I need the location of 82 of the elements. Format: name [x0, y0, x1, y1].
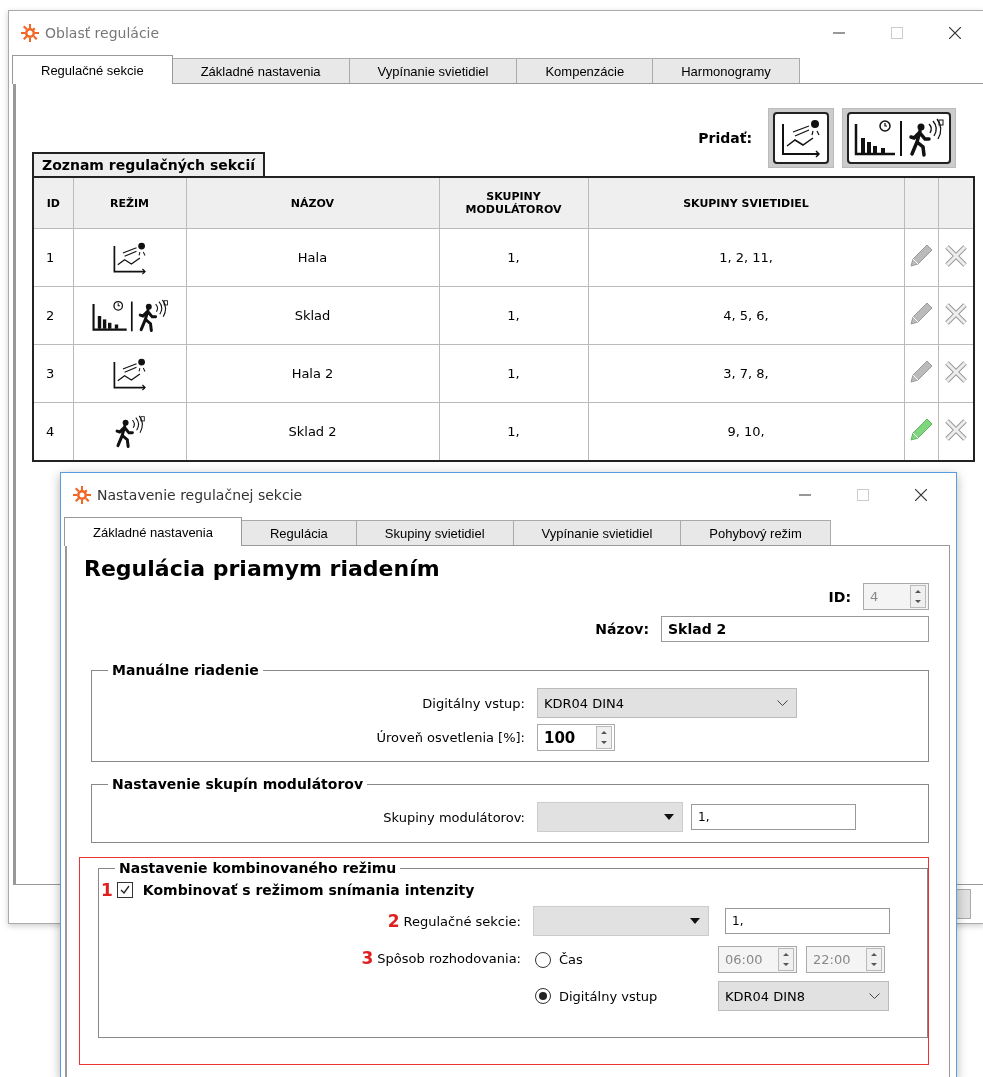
table-cell: 1 — [33, 228, 73, 287]
column-header: ID — [33, 177, 73, 229]
tab[interactable]: Pohybový režim — [680, 520, 831, 545]
step-number: 2 — [387, 911, 400, 931]
spin-box[interactable]: 100 — [537, 724, 615, 751]
table-cell: 2 — [33, 286, 73, 345]
gear-logo-icon — [73, 486, 91, 504]
table-cell: 3 — [33, 344, 73, 403]
name-field[interactable]: Sklad 2 — [661, 616, 929, 642]
text-field[interactable]: 1, — [725, 908, 890, 934]
table-cell: 1, — [439, 228, 588, 287]
tab[interactable]: Základné nastavenia — [171, 58, 350, 83]
light-sensor-chart-icon — [779, 118, 823, 158]
table-cell: Hala — [186, 228, 439, 287]
bar-chart-and-person-icon — [90, 298, 169, 333]
field-label: Digitálny vstup: — [421, 695, 525, 711]
group-title: Manuálne riadenie — [111, 662, 260, 678]
tab[interactable]: Regulácia — [241, 520, 357, 545]
cross-icon — [942, 301, 969, 327]
field-label: Spôsob rozhodovania: — [377, 950, 521, 966]
column-header: SKUPINY MODULÁTOROV — [439, 177, 588, 229]
radio-option[interactable]: Čas — [533, 951, 718, 968]
maximize-icon — [857, 489, 869, 501]
table-cell: 1, — [439, 286, 588, 345]
field-label: Úroveň osvetlenia [%]: — [375, 730, 525, 745]
spin-arrows-icon — [866, 948, 882, 971]
text-field[interactable]: 1, — [691, 804, 856, 830]
spin-arrows-icon — [596, 726, 612, 749]
table-cell: 1, — [439, 344, 588, 403]
dropdown[interactable]: KDR04 DIN8 — [718, 981, 889, 1011]
table-cell: 4, 5, 6, — [588, 286, 904, 345]
step-number: 3 — [361, 948, 374, 968]
radio-option[interactable]: Digitálny vstup — [533, 988, 718, 1004]
cross-icon — [942, 417, 969, 443]
tab[interactable]: Skupiny svietidiel — [355, 520, 514, 545]
step-number: 1 — [101, 880, 113, 900]
checkbox-label: Kombinovať s režimom snímania intenzity — [142, 882, 475, 898]
field-label: Skupiny modulátorov: — [382, 809, 525, 825]
chevron-icon — [869, 992, 880, 1000]
close-icon — [915, 489, 927, 501]
caret-icon — [664, 814, 674, 820]
checkbox[interactable] — [116, 882, 133, 898]
tab[interactable]: Vypínanie svietidiel — [348, 58, 518, 83]
column-header: SKUPINY SVIETIDIEL — [588, 177, 904, 229]
field-label: Názov: — [595, 621, 649, 637]
add-button[interactable] — [768, 108, 834, 168]
window-title: Nastavenie regulačnej sekcie — [97, 487, 304, 503]
caret-icon — [690, 918, 700, 924]
group-title: Nastavenie skupín modulátorov — [111, 776, 365, 792]
table-caption: Zoznam regulačných sekcií — [32, 152, 265, 176]
tab[interactable]: Harmonogramy — [652, 58, 800, 83]
field-label: Regulačné sekcie: — [403, 913, 521, 929]
field-label: ID: — [828, 588, 851, 605]
dropdown[interactable]: KDR04 DIN4 — [537, 688, 797, 718]
section-heading: Regulácia priamym riadením — [84, 556, 441, 581]
window-title: Oblasť regulácie — [45, 25, 161, 41]
table-cell: 3, 7, 8, — [588, 344, 904, 403]
column-header: REŽIM — [73, 177, 186, 229]
tab[interactable]: Kompenzácie — [516, 58, 654, 83]
spin-arrows-icon — [910, 585, 926, 608]
table-cell: Hala 2 — [186, 344, 439, 403]
tab[interactable]: Regulačné sekcie — [12, 55, 173, 84]
chevron-icon — [777, 699, 788, 707]
add-button[interactable] — [842, 108, 956, 168]
gear-logo-icon — [21, 24, 39, 42]
column-header: NÁZOV — [186, 177, 439, 229]
bar-chart-and-person-icon — [853, 118, 945, 158]
add-label: Pridať: — [698, 130, 752, 146]
tab[interactable]: Základné nastavenia — [64, 517, 242, 546]
close-icon — [949, 27, 961, 39]
light-sensor-chart-icon — [111, 356, 148, 391]
table-cell: Sklad — [186, 286, 439, 345]
maximize-icon — [891, 27, 903, 39]
spin-arrows-icon — [778, 948, 794, 971]
checkmark-icon — [119, 885, 130, 895]
cross-icon — [942, 359, 969, 385]
button[interactable] — [957, 889, 971, 919]
group-title: Nastavenie kombinovaného režimu — [118, 860, 398, 876]
table-cell: 1, 2, 11, — [588, 228, 904, 287]
tab[interactable]: Vypínanie svietidiel — [512, 520, 682, 545]
light-sensor-chart-icon — [111, 240, 148, 275]
cross-icon — [942, 243, 969, 269]
